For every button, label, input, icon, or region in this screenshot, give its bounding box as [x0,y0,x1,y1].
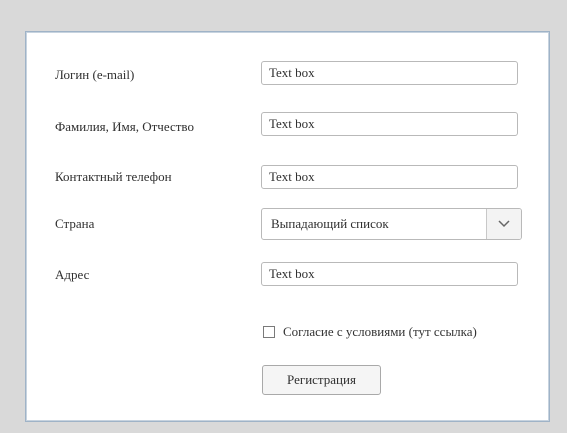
address-input[interactable] [261,262,518,286]
full-name-label: Фамилия, Имя, Отчество [55,119,194,134]
country-select-value: Выпадающий список [271,216,389,231]
country-select-toggle[interactable] [486,209,521,239]
phone-input[interactable] [261,165,518,189]
register-button[interactable]: Регистрация [262,365,381,395]
page: Логин (e-mail) Фамилия, Имя, Отчество Ко… [0,0,567,433]
agree-checkbox[interactable] [263,326,275,338]
address-label: Адрес [55,267,90,282]
country-label: Страна [55,216,95,231]
country-select[interactable]: Выпадающий список [261,208,522,240]
agree-label[interactable]: Согласие с условиями (тут ссылка) [283,324,477,340]
login-input[interactable] [261,61,518,85]
agree-row: Согласие с условиями (тут ссылка) [263,324,477,340]
chevron-down-icon [498,220,510,228]
login-label: Логин (e-mail) [55,67,135,82]
phone-label: Контактный телефон [55,169,172,184]
registration-form: Логин (e-mail) Фамилия, Имя, Отчество Ко… [25,31,550,422]
full-name-input[interactable] [261,112,518,136]
